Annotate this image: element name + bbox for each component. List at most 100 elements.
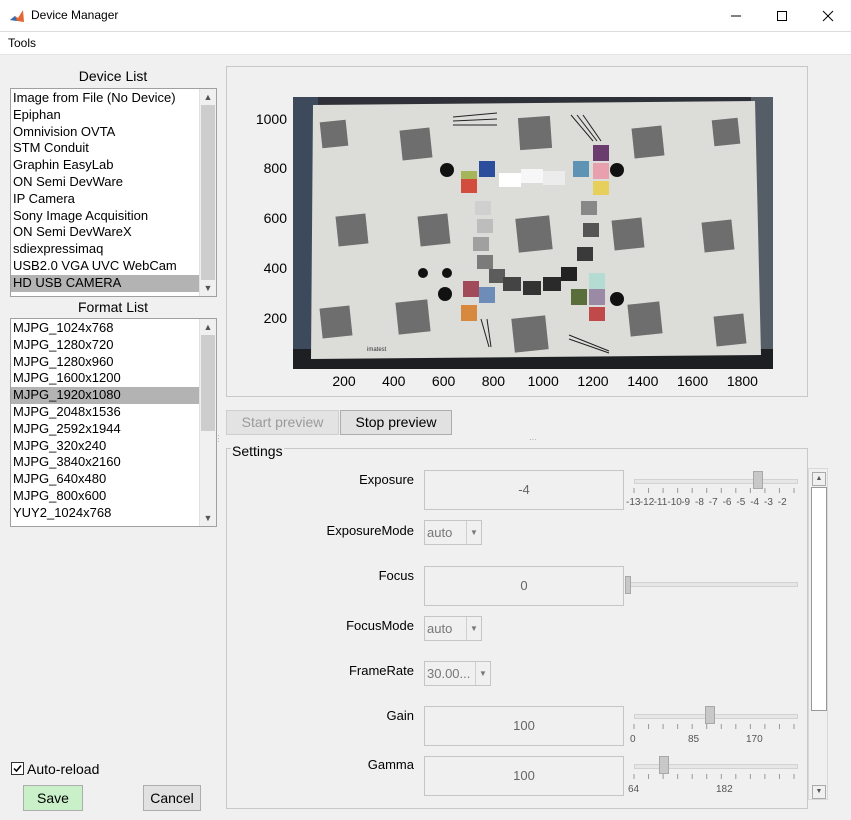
x-tick-label: 800 — [481, 373, 506, 389]
exposure-label: Exposure — [359, 472, 414, 487]
focus-mode-dropdown[interactable]: auto ▼ — [424, 616, 482, 641]
scroll-up-icon[interactable]: ▲ — [812, 472, 826, 486]
gamma-slider-thumb[interactable] — [659, 756, 670, 774]
gamma-field[interactable]: 100 — [424, 756, 624, 796]
exposure-tick-label: -3 — [764, 497, 773, 508]
format-list-item[interactable]: MJPG_320x240 — [11, 438, 199, 455]
exposure-tick-label: -13 — [626, 497, 641, 508]
x-tick-label: 1200 — [577, 373, 609, 389]
device-list-item[interactable]: ON Semi DevWareX — [11, 224, 199, 241]
exposure-mode-dropdown[interactable]: auto ▼ — [424, 520, 482, 545]
format-list-item[interactable]: MJPG_1280x960 — [11, 354, 199, 371]
menu-tools[interactable]: Tools — [8, 36, 36, 50]
exposure-tick-label: -10 — [667, 497, 682, 508]
format-list-label: Format List — [77, 299, 148, 315]
scroll-down-icon[interactable]: ▼ — [200, 511, 216, 525]
window-title: Device Manager — [31, 8, 119, 22]
exposure-mode-label: ExposureMode — [326, 523, 414, 538]
format-list-item[interactable]: MJPG_1920x1080 — [11, 387, 199, 404]
x-tick-label: 400 — [382, 373, 406, 389]
exposure-ticks — [633, 488, 795, 493]
format-list-item[interactable]: MJPG_2592x1944 — [11, 421, 199, 438]
focus-slider-thumb[interactable] — [625, 576, 631, 594]
save-button[interactable]: Save — [23, 785, 83, 811]
auto-reload-checkbox[interactable] — [11, 762, 24, 775]
format-list-item[interactable]: MJPG_1024x768 — [11, 320, 199, 337]
gamma-ticks — [633, 774, 795, 779]
gain-slider-thumb[interactable] — [705, 706, 715, 724]
x-tick-label: 1800 — [726, 373, 758, 389]
y-tick-label: 1000 — [255, 111, 287, 127]
scroll-thumb[interactable] — [201, 105, 215, 280]
exposure-tick-label: -11 — [653, 497, 668, 508]
exposure-tick-label: -2 — [777, 497, 787, 508]
device-list-item[interactable]: Epiphan — [11, 107, 199, 124]
device-list-item[interactable]: HD USB CAMERA — [11, 274, 199, 292]
scroll-up-icon[interactable]: ▲ — [200, 320, 216, 334]
start-preview-button[interactable]: Start preview — [226, 410, 339, 435]
device-list-item[interactable]: Image from File (No Device) — [11, 90, 199, 107]
exposure-slider[interactable] — [634, 479, 798, 484]
device-list[interactable]: Image from File (No Device) Epiphan Omnivi… — [10, 88, 217, 297]
x-tick-label: 600 — [431, 373, 456, 389]
device-list-scrollbar[interactable]: ▲ ▼ — [199, 89, 216, 296]
maximize-button[interactable] — [759, 0, 805, 31]
maximize-icon — [777, 11, 787, 22]
y-tick-label: 800 — [263, 160, 287, 176]
scroll-thumb[interactable] — [811, 487, 827, 711]
format-list-item[interactable]: MJPG_800x600 — [11, 488, 199, 505]
device-list-item[interactable]: Graphin EasyLab — [11, 157, 199, 174]
gain-tick-1: 85 — [688, 734, 700, 745]
frame-rate-dropdown[interactable]: 30.00... ▼ — [424, 661, 491, 686]
close-button[interactable] — [805, 0, 851, 31]
format-list-item[interactable]: MJPG_2048x1536 — [11, 404, 199, 421]
gain-tick-2: 170 — [746, 734, 763, 745]
chevron-down-icon: ▼ — [475, 662, 490, 685]
cancel-button[interactable]: Cancel — [143, 785, 201, 811]
device-list-item[interactable]: sdiexpressimaq — [11, 241, 199, 258]
exposure-tick-label: -5 — [736, 497, 746, 508]
device-list-item[interactable]: IP Camera — [11, 191, 199, 208]
frame-rate-value: 30.00... — [427, 666, 471, 681]
device-list-item[interactable]: STM Conduit — [11, 140, 199, 157]
exposure-tick-label: -8 — [695, 497, 704, 508]
settings-title: Settings — [231, 443, 284, 459]
device-list-item[interactable]: USB2.0 VGA UVC WebCam — [11, 258, 199, 275]
splitter-grip-horizontal[interactable]: ··· — [529, 435, 537, 444]
format-list-scrollbar[interactable]: ▲ ▼ — [199, 319, 216, 526]
settings-scrollbar[interactable]: ▲ ▼ — [808, 468, 828, 800]
device-list-item[interactable]: Omnivision OVTA — [11, 124, 199, 141]
gamma-label: Gamma — [367, 757, 414, 772]
format-list-item[interactable]: MJPG_3840x2160 — [11, 454, 199, 471]
minimize-button[interactable] — [713, 0, 759, 31]
gain-field[interactable]: 100 — [424, 706, 624, 746]
exposure-field[interactable]: -4 — [424, 470, 624, 510]
scroll-thumb[interactable] — [201, 335, 215, 431]
device-list-item[interactable]: ON Semi DevWare — [11, 174, 199, 191]
focus-field[interactable]: 0 — [424, 566, 624, 606]
scroll-down-icon[interactable]: ▼ — [812, 785, 826, 799]
format-list[interactable]: MJPG_1024x768 MJPG_1280x720 MJPG_1280x960 M… — [10, 318, 217, 527]
focus-slider[interactable] — [627, 582, 798, 587]
device-list-label: Device List — [78, 68, 148, 84]
exposure-tick-label: -7 — [708, 497, 718, 508]
gain-label: Gain — [386, 708, 414, 723]
format-list-item[interactable]: YUY2_1024x768 — [11, 505, 199, 522]
scroll-up-icon[interactable]: ▲ — [200, 90, 216, 104]
format-list-item[interactable]: MJPG_1280x720 — [11, 337, 199, 354]
format-list-item[interactable]: MJPG_1600x1200 — [11, 370, 199, 387]
auto-reload-label: Auto-reload — [27, 761, 100, 777]
y-tick-label: 600 — [263, 210, 287, 226]
exposure-slider-thumb[interactable] — [753, 471, 764, 489]
device-list-item[interactable]: Sony Image Acquisition — [11, 208, 199, 225]
stop-preview-button[interactable]: Stop preview — [340, 410, 452, 435]
scroll-down-icon[interactable]: ▼ — [200, 281, 216, 295]
exposure-tick-label: -12 — [639, 497, 655, 508]
gain-slider[interactable] — [634, 714, 798, 719]
splitter-grip[interactable]: · · · — [217, 432, 221, 446]
gamma-tick-0: 64 — [628, 784, 640, 795]
gain-tick-0: 0 — [630, 734, 636, 745]
format-list-item[interactable]: MJPG_640x480 — [11, 471, 199, 488]
exposure-mode-value: auto — [427, 525, 453, 540]
gain-ticks — [633, 724, 795, 729]
